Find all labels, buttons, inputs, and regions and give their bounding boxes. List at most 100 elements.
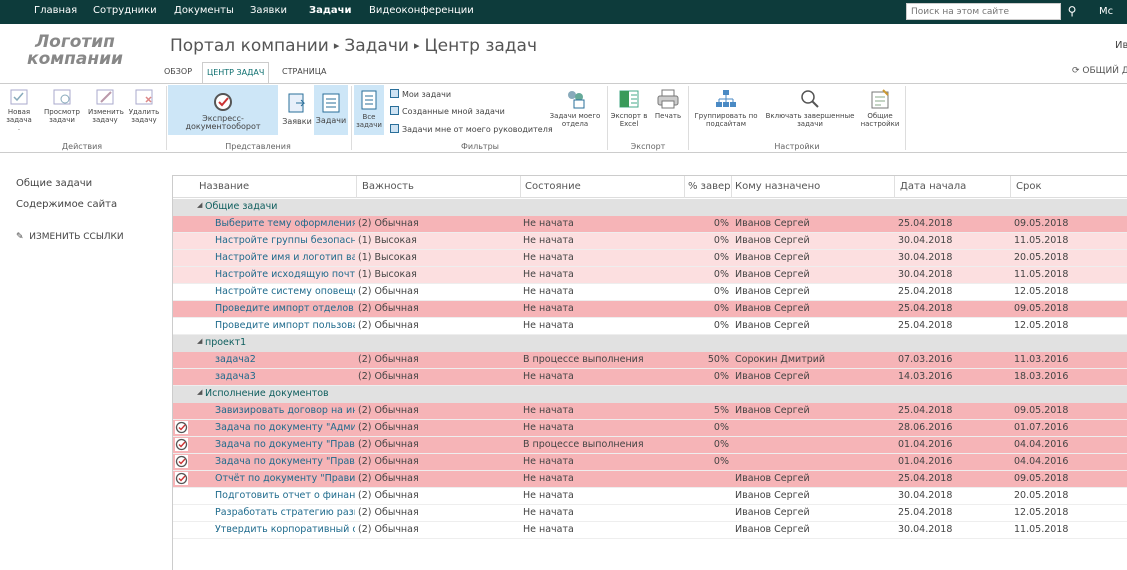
include-completed-button[interactable]: Включать завершенные задачи: [762, 88, 858, 128]
filter-from-manager[interactable]: Задачи мне от моего руководителя: [390, 124, 553, 134]
task-row[interactable]: Утвердить корпоративный сти (2) Обычная Не…: [173, 522, 1127, 539]
leftnav-common-tasks[interactable]: Общие задачи: [16, 178, 92, 189]
tasks-view-button[interactable]: Задачи: [314, 85, 348, 135]
collapse-arrow-icon[interactable]: ◢: [197, 337, 202, 345]
cell-name[interactable]: Отчёт по документу "Правила: [215, 473, 355, 484]
filter-created-by-me[interactable]: Созданные мной задачи: [390, 106, 505, 116]
cell-name[interactable]: Настройте группы безопаснос: [215, 235, 355, 246]
tab-task-center[interactable]: ЦЕНТР ЗАДАЧ: [202, 62, 270, 84]
user-name[interactable]: Ив: [1115, 40, 1127, 51]
group-title: проект1: [205, 337, 247, 348]
requests-label: Заявки: [282, 117, 312, 126]
cell-name[interactable]: Завизировать договор на инт: [215, 405, 355, 416]
tab-overview[interactable]: ОБЗОР: [160, 62, 196, 84]
breadcrumb-tasks[interactable]: Задачи: [344, 36, 409, 56]
cell-name[interactable]: Настройте имя и логотип ваш: [215, 252, 355, 263]
cell-start: 25.04.2018: [898, 286, 953, 297]
column-header-assigned[interactable]: Кому назначено: [735, 181, 820, 192]
cell-name[interactable]: задача2: [215, 354, 355, 365]
general-settings-button[interactable]: Общие настройки: [858, 88, 902, 128]
requests-view-button[interactable]: Заявки: [282, 88, 312, 126]
column-header-start[interactable]: Дата начала: [900, 181, 966, 192]
task-row[interactable]: Задача по документу "Правил (2) Обычная В …: [173, 437, 1127, 454]
cell-name[interactable]: Настройте исходящую почту [: [215, 269, 355, 280]
cell-name[interactable]: задача3: [215, 371, 355, 382]
nav-item-documents[interactable]: Документы: [174, 5, 234, 16]
column-header-due[interactable]: Срок: [1016, 181, 1042, 192]
tab-page[interactable]: СТРАНИЦА: [278, 62, 330, 84]
export-excel-button[interactable]: Экспорт в Excel: [610, 88, 648, 128]
print-button[interactable]: Печать: [652, 88, 684, 120]
task-row[interactable]: Настройте систему оповещен (2) Обычная Не …: [173, 284, 1127, 301]
express-docflow-view-button[interactable]: Экспресс-документооборот: [168, 85, 278, 135]
all-tasks-icon: [361, 90, 377, 110]
collapse-arrow-icon[interactable]: ◢: [197, 388, 202, 396]
column-header-name[interactable]: Название: [199, 181, 249, 192]
task-row[interactable]: задача3 (2) Обычная Не начата 0% Иванов Серг…: [173, 369, 1127, 386]
edit-task-button[interactable]: Изменить задачу: [88, 88, 124, 124]
all-tasks-filter-button[interactable]: Все задачи: [354, 85, 384, 135]
filter-my-tasks[interactable]: Мои задачи: [390, 89, 451, 99]
group-by-subsites-button[interactable]: Группировать по подсайтам: [692, 88, 760, 128]
nav-item-videoconferences[interactable]: Видеоконференции: [369, 5, 474, 16]
share-button[interactable]: ⟳ ОБЩИЙ Д: [1072, 66, 1127, 76]
view-task-icon: [53, 89, 71, 105]
cell-who: Иванов Сергей: [735, 303, 810, 314]
cell-name[interactable]: Задача по документу "Правил: [215, 439, 355, 450]
cell-start: 30.04.2018: [898, 235, 953, 246]
edit-links-label: ИЗМЕНИТЬ ССЫЛКИ: [29, 232, 124, 242]
cell-pct: 0%: [713, 422, 729, 433]
group-label-actions: Действия: [61, 142, 103, 151]
group-header-row[interactable]: ◢ Исполнение документов: [173, 386, 1127, 403]
all-tasks-label: Все: [362, 113, 376, 121]
task-row[interactable]: Настройте исходящую почту [(1) Высокая Не…: [173, 267, 1127, 284]
nav-item-tasks[interactable]: Задачи: [309, 5, 352, 16]
cell-name[interactable]: Подготовить отчет о финансо: [215, 490, 355, 501]
delete-task-button[interactable]: Удалить задачу: [128, 88, 160, 124]
include-completed-label: Включать завершенные: [765, 112, 855, 120]
task-row[interactable]: Отчёт по документу "Правила (2) Обычная Не…: [173, 471, 1127, 488]
search-input[interactable]: [907, 4, 1035, 19]
task-row[interactable]: Настройте имя и логотип ваш (1) Высокая Не…: [173, 250, 1127, 267]
task-row[interactable]: задача2 (2) Обычная В процессе выполнения 5…: [173, 352, 1127, 369]
cell-name[interactable]: Настройте систему оповещен: [215, 286, 355, 297]
edit-links-button[interactable]: ✎ ИЗМЕНИТЬ ССЫЛКИ: [16, 232, 124, 242]
nav-item-employees[interactable]: Сотрудники: [93, 5, 157, 16]
cell-name[interactable]: Разработать стратегию развит: [215, 507, 355, 518]
collapse-arrow-icon[interactable]: ◢: [197, 201, 202, 209]
group-header-row[interactable]: ◢ проект1: [173, 335, 1127, 352]
task-row[interactable]: Разработать стратегию развит(2) Обычная Н…: [173, 505, 1127, 522]
delete-task-label: Удалить: [128, 108, 160, 116]
group-header-row[interactable]: ◢ Общие задачи: [173, 199, 1127, 216]
task-row[interactable]: Проведите импорт отделов в (2) Обычная Не …: [173, 301, 1127, 318]
task-row[interactable]: Выберите тему оформления п (2) Обычная Не …: [173, 216, 1127, 233]
task-row[interactable]: Завизировать договор на инт (2) Обычная Не…: [173, 403, 1127, 420]
cell-name[interactable]: Проведите импорт пользоват: [215, 320, 355, 331]
breadcrumb-portal[interactable]: Портал компании: [170, 36, 329, 56]
task-row[interactable]: Настройте группы безопаснос (1) Высокая Не…: [173, 233, 1127, 250]
task-row[interactable]: Подготовить отчет о финансо (2) Обычная Не…: [173, 488, 1127, 505]
new-task-button[interactable]: Новая задача .: [4, 88, 34, 132]
cell-name[interactable]: Выберите тему оформления п: [215, 218, 355, 229]
cell-name[interactable]: Проведите импорт отделов в: [215, 303, 355, 314]
top-right-text[interactable]: Мс: [1099, 6, 1113, 17]
column-header-importance[interactable]: Важность: [362, 181, 414, 192]
column-header-percent[interactable]: % завер: [688, 181, 730, 192]
nav-item-requests[interactable]: Заявки: [250, 5, 287, 16]
company-logo[interactable]: Логотип компании: [20, 34, 130, 68]
task-row[interactable]: Задача по документу "Правил (2) Обычная Не…: [173, 454, 1127, 471]
hierarchy-icon: [716, 90, 736, 107]
cell-name[interactable]: Задача по документу "Админ: [215, 422, 355, 433]
department-tasks-button[interactable]: Задачи моего отдела: [546, 88, 604, 128]
search-icon[interactable]: ⚲: [1063, 3, 1081, 20]
column-header-state[interactable]: Состояние: [525, 181, 581, 192]
cell-name[interactable]: Задача по документу "Правил: [215, 456, 355, 467]
nav-item-home[interactable]: Главная: [34, 5, 77, 16]
group-label-export: Экспорт: [630, 142, 666, 151]
cell-who: Иванов Сергей: [735, 218, 810, 229]
view-task-button[interactable]: Просмотр задачи: [44, 88, 80, 124]
task-row[interactable]: Проведите импорт пользоват (2) Обычная Не …: [173, 318, 1127, 335]
cell-name[interactable]: Утвердить корпоративный сти: [215, 524, 355, 535]
leftnav-site-contents[interactable]: Содержимое сайта: [16, 199, 117, 210]
task-row[interactable]: Задача по документу "Админ (2) Обычная Не …: [173, 420, 1127, 437]
